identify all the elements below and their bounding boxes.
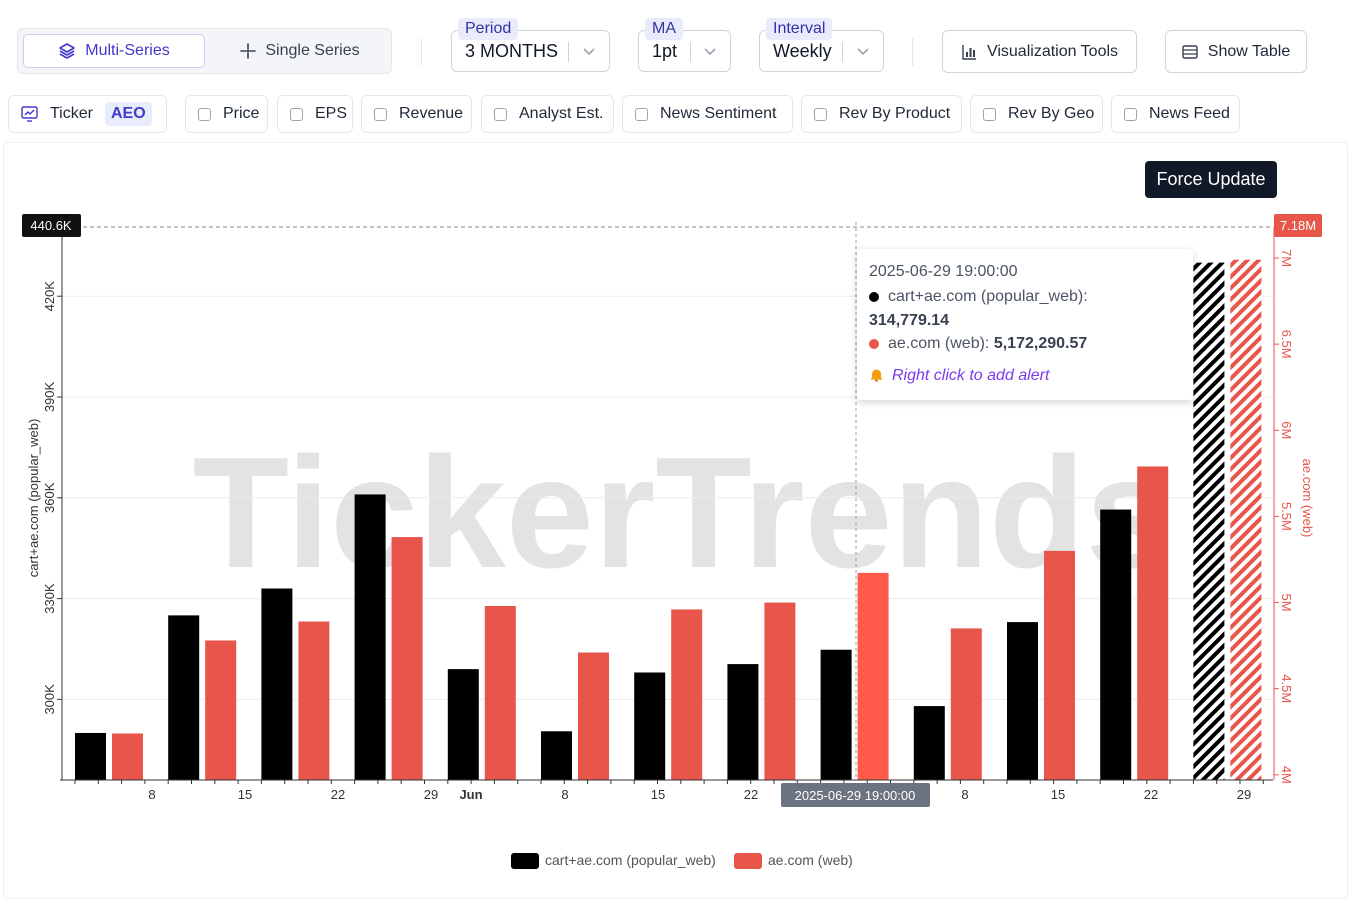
bar-series1[interactable] [727,664,759,780]
bar-series2[interactable] [298,621,330,780]
bar-series2[interactable] [1230,259,1262,781]
x-tick-label: 22 [331,787,345,802]
x-tick-label: 15 [651,787,665,802]
x-tick-label: 29 [1237,787,1251,802]
y-tick-label: 330K [42,583,57,614]
x-tick-label: 8 [961,787,968,802]
bar-series1[interactable] [913,706,945,780]
force-update-button[interactable]: Force Update [1145,161,1277,198]
bell-icon [871,369,882,382]
legend-label-series1[interactable]: cart+ae.com (popular_web) [545,852,716,868]
bar-series1[interactable] [634,672,666,780]
bar-series2[interactable] [1137,466,1169,780]
watermark: TickerTrends [193,425,1174,601]
bar-series1[interactable] [447,669,479,780]
bar-series1[interactable] [820,649,852,780]
bar-series1[interactable] [541,731,572,780]
y-right-tick-label: 4M [1279,766,1294,784]
y-tick-label: 390K [42,381,57,412]
alert-text: Right click to add alert [892,367,1050,384]
tooltip-series1: cart+ae.com (popular_web): [869,288,1088,306]
bar-series2[interactable] [578,652,609,780]
y-right-tick-label: 5M [1279,594,1294,612]
bar-series2[interactable] [484,606,516,780]
x-tick-label: Jun [459,787,482,802]
y-tick-label: 420K [42,281,57,312]
right-max-marker-label: 7.18M [1280,218,1316,233]
tooltip-series2-value: 5,172,290.57 [993,335,1088,352]
tooltip-date: 2025-06-29 19:00:00 [869,263,1018,280]
tooltip-series1-value-row: 314,779.14 [869,312,949,330]
y-axis-title-left: cart+ae.com (popular_web) [26,419,41,578]
series2-dot [869,338,879,349]
tooltip-alert[interactable]: Right click to add alert [869,367,1049,385]
y-right-tick-label: 5.5M [1279,502,1294,531]
legend-swatch-series1 [511,853,539,869]
bar-series1[interactable] [261,588,293,780]
bar-series2[interactable] [112,733,143,780]
legend: cart+ae.com (popular_web) ae.com (web) [511,852,853,869]
tooltip-series2: ae.com (web): 5,172,290.57 [869,335,1087,353]
tooltip: 2025-06-29 19:00:00 cart+ae.com (popular… [857,249,1193,400]
x-tick-label: 22 [744,787,758,802]
bar-series2[interactable] [857,572,889,780]
chart: TickerTrends 300K 330K 360K 390K 420K 4M 4.5M 5… [22,214,1322,869]
legend-label-series2[interactable]: ae.com (web) [768,852,853,868]
crosshair-label: 2025-06-29 19:00:00 [795,788,916,803]
bar-series2[interactable] [1044,550,1075,780]
y-right-tick-label: 4.5M [1279,674,1294,703]
bar-series2[interactable] [950,628,982,780]
legend-swatch-series2 [734,853,762,869]
y-tick-label: 360K [42,482,57,513]
x-tick-label: 15 [1051,787,1065,802]
y-right-tick-label: 6M [1279,421,1294,439]
x-tick-label: 8 [561,787,568,802]
bar-series1[interactable] [168,615,200,780]
bar-series2[interactable] [205,640,237,780]
x-tick-label: 29 [424,787,438,802]
y-axis-title-right: ae.com (web) [1300,459,1315,538]
y-right-tick-label: 6.5M [1279,330,1294,359]
x-tick-label: 15 [238,787,252,802]
bar-series1[interactable] [1193,262,1225,780]
x-tick-label: 22 [1144,787,1158,802]
bar-series1[interactable] [1007,622,1038,780]
y-right-tick-label: 7M [1279,249,1294,267]
bar-series1[interactable] [75,732,106,780]
bar-series2[interactable] [764,602,796,780]
bar-series2[interactable] [391,537,423,780]
tooltip-series1-value: 314,779.14 [869,312,950,329]
tooltip-series2-label: ae.com (web): [888,335,990,352]
left-max-marker-label: 440.6K [30,218,72,233]
series1-dot [869,291,879,302]
y-tick-label: 300K [42,684,57,715]
x-tick-label: 8 [148,787,155,802]
tooltip-series1-label: cart+ae.com (popular_web): [888,288,1088,305]
bar-series2[interactable] [671,609,703,780]
bar-series1[interactable] [1100,509,1132,780]
bar-series1[interactable] [354,494,386,780]
